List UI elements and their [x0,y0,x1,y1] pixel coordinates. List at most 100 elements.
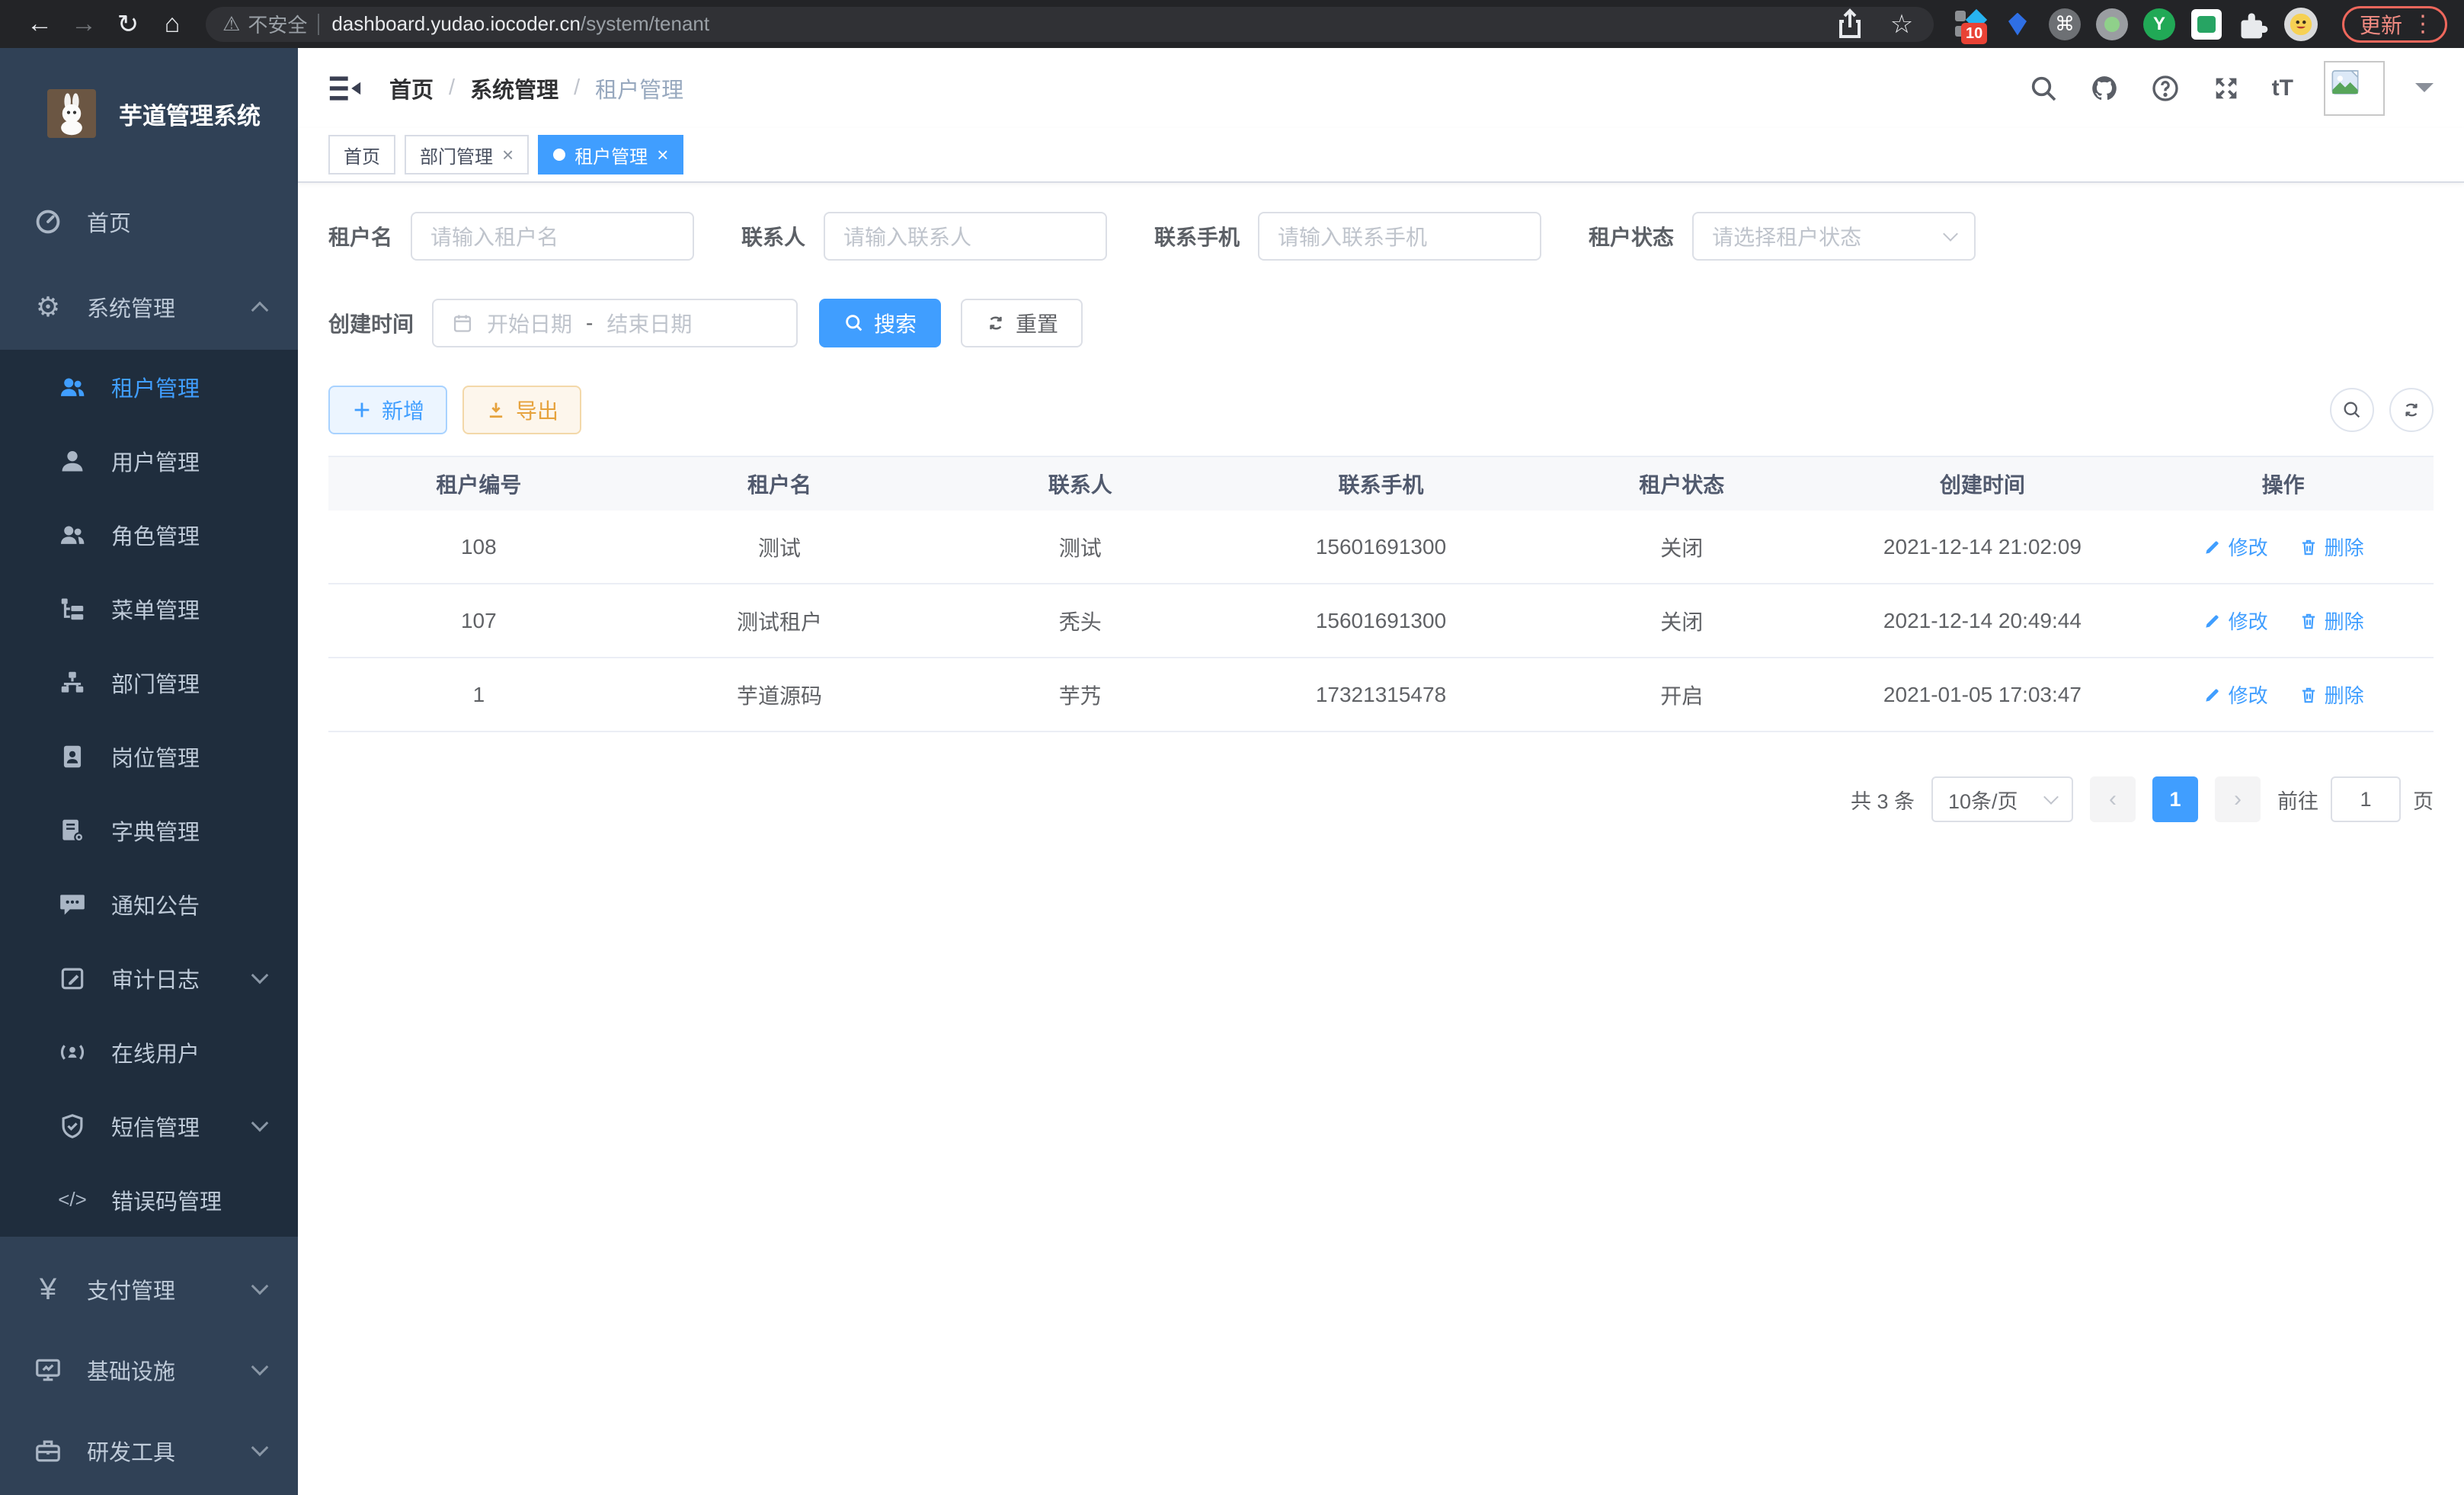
delete-link[interactable]: 删除 [2299,680,2364,709]
add-button[interactable]: 新增 [328,386,447,434]
home-icon[interactable]: ⌂ [154,6,190,43]
menu-tree-icon [55,594,90,623]
edit-link[interactable]: 修改 [2203,607,2268,635]
goto-page-input[interactable]: 1 [2331,776,2401,822]
extension-command-icon[interactable]: ⌘ [2048,8,2082,41]
extensions-puzzle-icon[interactable] [2237,8,2270,41]
edit-link[interactable]: 修改 [2203,533,2268,561]
extension-kite-icon[interactable] [2001,8,2034,41]
sidebar-item-notice[interactable]: 通知公告 [0,867,298,941]
breadcrumb-system[interactable]: 系统管理 [470,72,558,104]
profile-avatar[interactable] [2284,8,2318,41]
cell-tenant-id: 107 [328,609,629,633]
search-button[interactable]: 搜索 [819,299,941,347]
sidebar-item-online-user[interactable]: 在线用户 [0,1015,298,1089]
fullscreen-icon[interactable] [2211,73,2242,104]
font-size-icon[interactable]: tT [2272,75,2293,101]
reload-icon[interactable]: ↻ [110,6,146,43]
avatar-caret-icon[interactable] [2415,83,2434,101]
tab-dept[interactable]: 部门管理 × [405,135,529,174]
cell-actions: 修改 删除 [2133,680,2434,709]
tab-tenant[interactable]: 租户管理 × [538,135,683,174]
trash-icon [2299,537,2318,557]
sidebar-item-user[interactable]: 用户管理 [0,424,298,498]
sidebar-item-sms[interactable]: 短信管理 [0,1089,298,1163]
address-bar[interactable]: ⚠ 不安全 dashboard.yudao.iocoder.cn/system/… [206,7,1934,42]
sidebar-item-label: 短信管理 [111,1110,200,1142]
sidebar-item-menu[interactable]: 菜单管理 [0,571,298,645]
cell-contact: 芋艿 [930,680,1230,710]
sidebar-item-role[interactable]: 角色管理 [0,498,298,571]
share-icon[interactable] [1832,6,1868,43]
status-select[interactable]: 请选择租户状态 [1692,212,1976,261]
calendar-icon [452,312,473,334]
export-button[interactable]: 导出 [462,386,581,434]
sidebar-item-infrastructure[interactable]: 基础设施 [0,1330,298,1410]
sidebar-item-label: 岗位管理 [111,741,200,773]
extension-chat-icon[interactable] [2190,8,2223,41]
active-tab-dot [553,149,565,161]
tab-label: 部门管理 [420,142,493,168]
date-range-input[interactable]: 开始日期 - 结束日期 [432,299,798,347]
forward-icon[interactable]: → [66,6,102,43]
mobile-input[interactable]: 请输入联系手机 [1258,212,1541,261]
contact-input[interactable]: 请输入联系人 [824,212,1107,261]
next-page-button[interactable]: › [2215,776,2261,822]
gear-icon: ⚙ [30,291,66,323]
extension-recorder-icon[interactable] [2095,8,2129,41]
sidebar-item-audit-log[interactable]: 审计日志 [0,941,298,1015]
page-size-select[interactable]: 10条/页 [1931,776,2073,822]
bookmark-star-icon[interactable]: ☆ [1883,6,1920,43]
tenant-table: 租户编号 租户名 联系人 联系手机 租户状态 创建时间 操作 108 测试 测试… [328,456,2434,732]
help-icon[interactable] [2150,73,2181,104]
sidebar-item-system[interactable]: ⚙ 系统管理 [0,264,298,350]
sidebar-item-post[interactable]: 岗位管理 [0,719,298,793]
payment-yen-icon: ¥ [30,1273,66,1307]
top-navbar: 首页 / 系统管理 / 租户管理 [298,48,2464,128]
refresh-table-button[interactable] [2389,388,2434,432]
back-icon[interactable]: ← [21,6,58,43]
breadcrumb-home[interactable]: 首页 [389,72,434,104]
cell-tenant-id: 1 [328,683,629,707]
delete-link[interactable]: 删除 [2299,607,2364,635]
browser-menu-kebab-icon[interactable]: ⋮ [2411,11,2434,37]
update-button[interactable]: 更新 ⋮ [2342,6,2447,43]
cell-status: 关闭 [1531,606,1832,636]
tab-home[interactable]: 首页 [328,135,395,174]
cell-mobile: 15601691300 [1230,535,1531,559]
sidebar-item-dict[interactable]: 字典管理 [0,793,298,867]
sidebar-item-home[interactable]: 首页 [0,179,298,264]
online-user-icon [55,1038,90,1067]
placeholder-text: 请输入联系人 [843,221,971,251]
app-logo[interactable]: 芋道管理系统 [0,48,298,179]
dictionary-icon [55,816,90,845]
edit-link[interactable]: 修改 [2203,680,2268,709]
reset-button[interactable]: 重置 [961,299,1083,347]
filter-row-1: 租户名 请输入租户名 联系人 请输入联系人 联系手机 [328,212,2434,261]
user-icon [55,447,90,475]
extension-grid-icon[interactable]: 10 [1954,8,1987,41]
cell-created: 2021-12-14 20:49:44 [1832,609,2133,633]
tenant-name-input[interactable]: 请输入租户名 [411,212,694,261]
pagination-total: 共 3 条 [1851,785,1915,815]
sidebar-item-tenant[interactable]: 租户管理 [0,350,298,424]
user-avatar[interactable] [2324,61,2385,116]
sidebar-item-dept[interactable]: 部门管理 [0,645,298,719]
extension-y-icon[interactable]: Y [2142,8,2176,41]
close-icon[interactable]: × [657,143,668,167]
current-page-button[interactable]: 1 [2152,776,2198,822]
sidebar-item-payment[interactable]: ¥ 支付管理 [0,1249,298,1330]
prev-page-button[interactable]: ‹ [2090,776,2136,822]
column-header: 联系人 [930,469,1230,499]
field-label: 租户状态 [1589,221,1674,251]
delete-link[interactable]: 删除 [2299,533,2364,561]
field-label: 创建时间 [328,308,414,338]
github-icon[interactable] [2089,73,2120,104]
close-icon[interactable]: × [502,143,514,167]
collapse-sidebar-icon[interactable] [328,72,362,105]
announcement-icon [55,890,90,919]
sidebar-item-error-code[interactable]: </> 错误码管理 [0,1163,298,1237]
toggle-search-button[interactable] [2330,388,2374,432]
sidebar-item-dev-tools[interactable]: 研发工具 [0,1410,298,1491]
header-search-icon[interactable] [2028,73,2059,104]
